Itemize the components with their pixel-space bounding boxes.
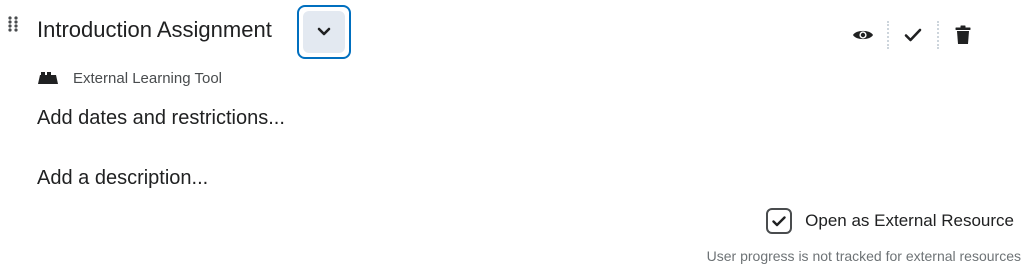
- external-resource-note: User progress is not tracked for externa…: [706, 248, 1021, 264]
- item-actions: [845, 20, 981, 50]
- add-description-link[interactable]: Add a description...: [37, 164, 208, 192]
- context-menu-button[interactable]: [297, 5, 351, 59]
- action-divider: [887, 21, 889, 49]
- item-title[interactable]: Introduction Assignment: [37, 15, 272, 45]
- tool-type-label: External Learning Tool: [73, 69, 222, 87]
- delete-button[interactable]: [945, 20, 981, 50]
- trash-icon: [955, 25, 971, 44]
- action-divider: [937, 21, 939, 49]
- external-resource-checkbox[interactable]: [766, 208, 793, 234]
- mark-complete-button[interactable]: [895, 20, 931, 50]
- chevron-down-icon: [317, 27, 331, 36]
- checkmark-icon: [772, 215, 786, 226]
- activity-item-editor: Introduction Assignment External Learnin…: [0, 0, 1030, 277]
- add-dates-link[interactable]: Add dates and restrictions...: [37, 104, 285, 132]
- external-resource-option: Open as External Resource: [766, 205, 1014, 237]
- external-resource-label: Open as External Resource: [805, 211, 1014, 230]
- drag-handle-icon[interactable]: [8, 16, 18, 32]
- tool-type-row: External Learning Tool: [38, 68, 222, 88]
- context-menu-button-face: [303, 11, 345, 53]
- eye-icon: [853, 30, 873, 40]
- checkmark-icon: [904, 28, 922, 42]
- visibility-button[interactable]: [845, 20, 881, 50]
- lego-block-icon: [38, 72, 58, 84]
